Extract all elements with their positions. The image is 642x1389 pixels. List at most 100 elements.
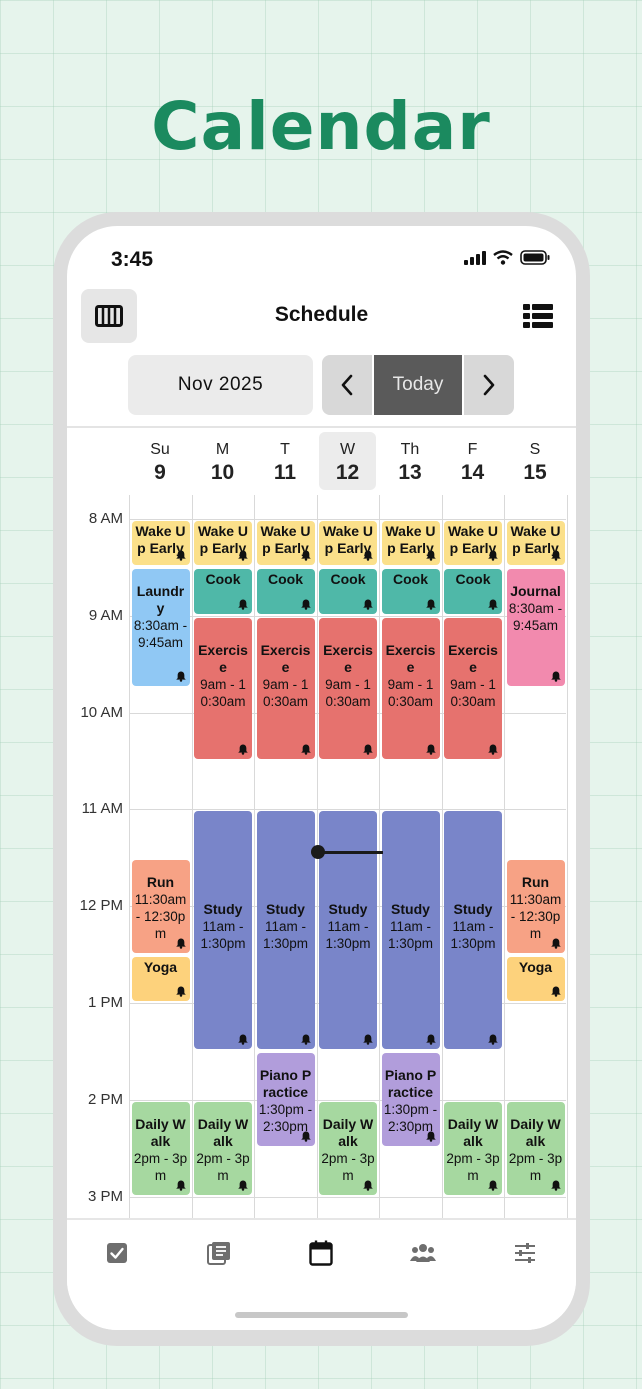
previous-week-button[interactable] bbox=[322, 355, 372, 415]
wifi-icon bbox=[493, 250, 513, 265]
time-label: 10 AM bbox=[80, 703, 123, 721]
event-block-study[interactable]: Study 11am - 1:30pm bbox=[194, 811, 252, 1050]
event-block-wake-up-early[interactable]: Wake Up Early bbox=[131, 521, 190, 566]
bell-icon bbox=[238, 1034, 248, 1046]
event-block-cook[interactable]: Cook bbox=[256, 569, 315, 614]
event-block-study[interactable]: Study 11am - 1:30pm bbox=[381, 811, 440, 1050]
event-block-yoga[interactable]: Yoga bbox=[131, 956, 190, 1001]
bell-icon bbox=[488, 1034, 498, 1046]
bell-icon bbox=[175, 938, 186, 949]
day-of-week-label: S bbox=[529, 441, 541, 458]
day-number-label: 11 bbox=[273, 461, 297, 484]
chevron-right-icon bbox=[483, 374, 495, 396]
time-label: 2 PM bbox=[87, 1090, 123, 1108]
event-title: Study bbox=[203, 901, 243, 918]
month-picker-button[interactable]: Nov 2025 bbox=[128, 355, 313, 415]
event-block-daily-walk[interactable]: Daily Walk 2pm - 3pm bbox=[131, 1101, 190, 1195]
event-block-wake-up-early[interactable]: Wake Up Early bbox=[256, 521, 315, 566]
event-block-piano-practice[interactable]: Piano Practice 1:30pm - 2:30pm bbox=[256, 1053, 315, 1147]
event-title: Journal bbox=[510, 583, 561, 600]
tab-groups[interactable] bbox=[410, 1240, 436, 1266]
bell-icon bbox=[488, 1180, 498, 1191]
bell-icon bbox=[238, 744, 248, 755]
day-column-divider bbox=[566, 495, 568, 1219]
time-label: 12 PM bbox=[79, 897, 123, 915]
day-header-su[interactable]: Su 9 bbox=[132, 432, 189, 490]
event-block-cook[interactable]: Cook bbox=[194, 569, 252, 614]
event-block-yoga[interactable]: Yoga bbox=[506, 956, 565, 1001]
event-block-exercise[interactable]: Exercise 9am - 10:30am bbox=[194, 617, 252, 759]
tab-calendar[interactable] bbox=[308, 1240, 334, 1266]
group-icon bbox=[410, 1244, 436, 1262]
event-block-daily-walk[interactable]: Daily Walk 2pm - 3pm bbox=[444, 1101, 502, 1195]
event-time: 8:30am - 9:45am bbox=[508, 601, 563, 634]
bell-icon bbox=[238, 599, 248, 610]
event-block-run[interactable]: Run 11:30am - 12:30pm bbox=[506, 859, 565, 953]
event-title: Run bbox=[521, 873, 550, 890]
event-title: Study bbox=[453, 901, 493, 918]
event-block-daily-walk[interactable]: Daily Walk 2pm - 3pm bbox=[194, 1101, 252, 1195]
event-block-daily-walk[interactable]: Daily Walk 2pm - 3pm bbox=[506, 1101, 565, 1195]
event-time: 8:30am - 9:45am bbox=[133, 618, 188, 651]
event-title: Daily Walk bbox=[197, 1115, 249, 1149]
list-view-button[interactable] bbox=[522, 302, 554, 330]
event-block-piano-practice[interactable]: Piano Practice 1:30pm - 2:30pm bbox=[381, 1053, 440, 1147]
battery-icon bbox=[520, 250, 550, 265]
bell-icon bbox=[363, 1034, 373, 1046]
event-block-exercise[interactable]: Exercise 9am - 10:30am bbox=[381, 617, 440, 759]
event-title: Run bbox=[146, 873, 175, 890]
event-block-wake-up-early[interactable]: Wake Up Early bbox=[506, 521, 565, 566]
bell-icon bbox=[363, 744, 373, 755]
day-header-f[interactable]: F 14 bbox=[444, 432, 501, 490]
event-title: Piano Practice bbox=[259, 1067, 312, 1101]
event-title: Study bbox=[328, 901, 368, 918]
event-block-exercise[interactable]: Exercise 9am - 10:30am bbox=[319, 617, 377, 759]
bell-icon bbox=[300, 1034, 311, 1046]
event-block-daily-walk[interactable]: Daily Walk 2pm - 3pm bbox=[319, 1101, 377, 1195]
event-title: Daily Walk bbox=[135, 1115, 186, 1149]
event-block-cook[interactable]: Cook bbox=[444, 569, 502, 614]
day-header-s[interactable]: S 15 bbox=[507, 432, 564, 490]
bell-icon bbox=[488, 599, 498, 610]
event-title: Exercise bbox=[385, 641, 436, 675]
event-block-study[interactable]: Study 11am - 1:30pm bbox=[256, 811, 315, 1050]
bell-icon bbox=[175, 986, 186, 997]
event-title: Exercise bbox=[448, 641, 498, 675]
event-time: 9am - 10:30am bbox=[387, 676, 434, 709]
day-of-week-label: M bbox=[215, 441, 230, 458]
day-of-week-label: T bbox=[280, 441, 290, 458]
event-title: Piano Practice bbox=[384, 1067, 437, 1101]
event-block-wake-up-early[interactable]: Wake Up Early bbox=[444, 521, 502, 566]
phone-screen: 3:45 Schedule Nov 2025 Today Su 9 M 10 T… bbox=[67, 226, 576, 1330]
day-number-label: 14 bbox=[460, 461, 485, 484]
today-button[interactable]: Today bbox=[374, 355, 462, 415]
event-block-cook[interactable]: Cook bbox=[381, 569, 440, 614]
day-header-t[interactable]: T 11 bbox=[257, 432, 314, 490]
day-header-m[interactable]: M 10 bbox=[194, 432, 251, 490]
event-block-laundry[interactable]: Laundry 8:30am - 9:45am bbox=[131, 569, 190, 687]
tab-settings[interactable] bbox=[512, 1240, 538, 1266]
bell-icon bbox=[488, 744, 498, 755]
tab-tasks[interactable] bbox=[104, 1240, 130, 1266]
event-time: 11am - 1:30pm bbox=[200, 919, 246, 952]
event-block-study[interactable]: Study 11am - 1:30pm bbox=[319, 811, 377, 1050]
day-column-divider bbox=[379, 495, 380, 1219]
event-block-wake-up-early[interactable]: Wake Up Early bbox=[319, 521, 377, 566]
current-time-line bbox=[319, 851, 383, 854]
tab-journal[interactable] bbox=[206, 1240, 232, 1266]
event-block-study[interactable]: Study 11am - 1:30pm bbox=[444, 811, 502, 1050]
event-block-wake-up-early[interactable]: Wake Up Early bbox=[194, 521, 252, 566]
event-block-wake-up-early[interactable]: Wake Up Early bbox=[381, 521, 440, 566]
status-time: 3:45 bbox=[111, 248, 154, 271]
day-number-label: 13 bbox=[398, 461, 422, 484]
event-block-journal[interactable]: Journal 8:30am - 9:45am bbox=[506, 569, 565, 687]
time-label: 8 AM bbox=[88, 510, 123, 527]
event-block-exercise[interactable]: Exercise 9am - 10:30am bbox=[256, 617, 315, 759]
event-block-cook[interactable]: Cook bbox=[319, 569, 377, 614]
signal-icon bbox=[464, 250, 486, 265]
event-block-exercise[interactable]: Exercise 9am - 10:30am bbox=[444, 617, 502, 759]
day-header-th[interactable]: Th 13 bbox=[382, 432, 439, 490]
event-block-run[interactable]: Run 11:30am - 12:30pm bbox=[131, 859, 190, 953]
next-week-button[interactable] bbox=[464, 355, 514, 415]
day-header-w[interactable]: W 12 bbox=[319, 432, 376, 490]
